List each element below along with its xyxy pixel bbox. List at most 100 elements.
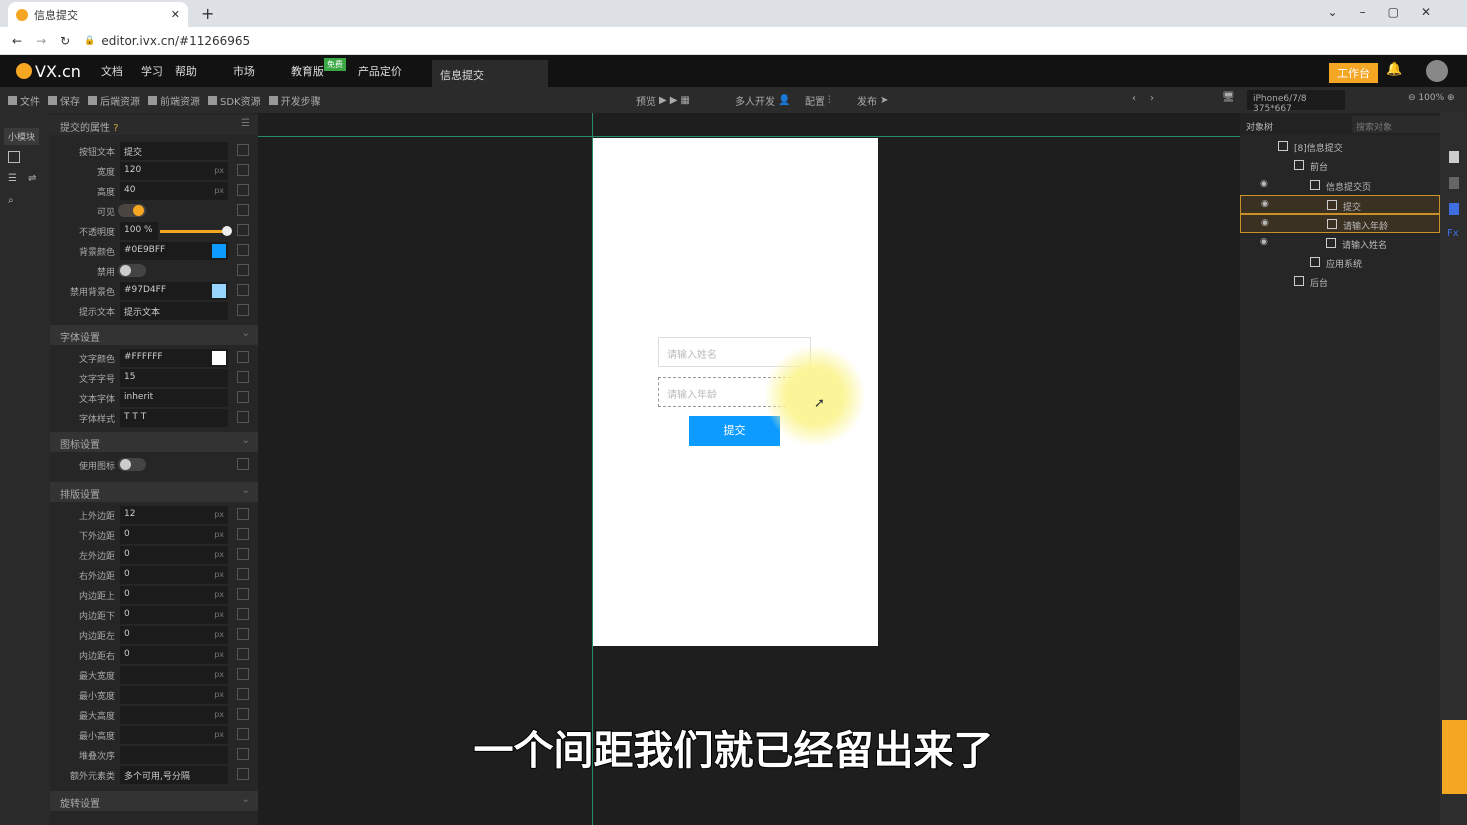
copy-icon[interactable] [237,411,249,423]
avatar[interactable] [1426,60,1448,82]
color-swatch[interactable] [212,284,226,298]
project-tab[interactable]: 信息提交 [432,60,548,87]
eye-icon[interactable]: ◉ [1260,179,1268,189]
search-object-input[interactable]: 搜索对象 [1352,116,1440,133]
chevron-down-icon[interactable]: ⌄ [242,485,250,496]
toggle[interactable] [118,264,146,277]
zoom-control[interactable]: ⊖ 100% ⊕ [1408,93,1455,103]
color-swatch[interactable] [212,351,226,365]
component-icon[interactable] [1449,177,1459,189]
frontend-resources-button[interactable]: 前端资源 [148,93,200,108]
property-input[interactable]: T T T [120,409,228,427]
backend-resources-button[interactable]: 后端资源 [88,93,140,108]
window-controls[interactable]: ⌄–▢✕ [1328,5,1453,19]
function-icon[interactable]: Fx [1447,228,1459,239]
copy-icon[interactable] [237,628,249,640]
slider-knob[interactable] [222,226,232,236]
copy-icon[interactable] [237,304,249,316]
property-input[interactable]: 0 px [120,566,228,584]
property-input[interactable]: 0 px [120,646,228,664]
copy-icon[interactable] [237,548,249,560]
property-input[interactable]: 0 px [120,546,228,564]
menu-help[interactable]: 帮助 [175,63,197,79]
copy-icon[interactable] [237,568,249,580]
eye-icon[interactable]: ◉ [1261,218,1269,228]
copy-icon[interactable] [237,608,249,620]
copy-icon[interactable] [237,244,249,256]
menu-education[interactable]: 教育版 [291,63,324,79]
eye-icon[interactable]: ◉ [1261,199,1269,209]
device-select[interactable]: iPhone6/7/8 375*667 [1247,90,1345,114]
copy-icon[interactable] [237,458,249,470]
logo[interactable]: VX.cn [16,62,81,81]
workbench-button[interactable]: 工作台 [1329,63,1378,83]
property-input[interactable]: 提示文本 [120,302,228,320]
preview-group[interactable]: 预览 ▶ ▶ ▦ [636,93,690,108]
reload-icon[interactable]: ↻ [60,34,70,48]
copy-icon[interactable] [237,351,249,363]
copy-icon[interactable] [237,391,249,403]
copy-icon[interactable] [237,688,249,700]
copy-icon[interactable] [237,204,249,216]
module-tab[interactable]: 小模块 [4,128,40,145]
tree-item[interactable]: 后台 [1240,272,1440,291]
publish-button[interactable]: 发布 ➤ [857,93,888,108]
copy-icon[interactable] [237,648,249,660]
file-button[interactable]: 文件 [8,93,40,108]
copy-icon[interactable] [237,588,249,600]
close-icon[interactable]: ✕ [171,8,180,21]
property-input[interactable]: 40 px [120,182,228,200]
toggle[interactable] [118,458,146,471]
section-header[interactable]: 旋转设置 ⌄ [50,791,258,811]
bell-icon[interactable]: 🔔 [1386,62,1402,77]
menu-icon[interactable]: ☰ [241,118,250,129]
tree-item[interactable]: ◉ 请输入姓名 [1240,234,1440,253]
back-icon[interactable]: ← [12,34,22,48]
url-input[interactable]: editor.ivx.cn/#11266965 [101,34,250,48]
copy-icon[interactable] [237,264,249,276]
copy-icon[interactable] [237,284,249,296]
property-input[interactable]: 0 px [120,586,228,604]
tree-item[interactable]: 前台 [1240,156,1440,175]
tree-item[interactable]: ◉ 请输入年龄 [1240,214,1440,234]
property-input[interactable]: inherit [120,389,228,407]
sliders-icon[interactable]: ☰ [8,173,17,184]
copy-icon[interactable] [237,184,249,196]
property-input[interactable]: px [120,686,228,704]
search-doc-icon[interactable]: ⌕ [8,195,14,206]
color-swatch[interactable] [212,244,226,258]
eye-icon[interactable]: ◉ [1260,237,1268,247]
section-header[interactable]: 图标设置 ⌄ [50,432,258,452]
chevron-down-icon[interactable]: ⌄ [242,435,250,446]
copy-icon[interactable] [237,164,249,176]
tree-item[interactable]: 应用系统 [1240,253,1440,272]
property-input[interactable]: 0 px [120,606,228,624]
opacity-slider[interactable] [160,230,224,233]
copy-icon[interactable] [237,224,249,236]
property-input[interactable]: 提交 [120,142,228,160]
copy-icon[interactable] [237,668,249,680]
copy-icon[interactable] [237,508,249,520]
submit-button[interactable]: 提交 [689,416,780,446]
menu-market[interactable]: 市场 [233,63,255,79]
browser-tab[interactable]: 信息提交 ✕ [8,2,188,27]
info-icon[interactable] [1449,151,1459,163]
tree-item[interactable]: ◉ 提交 [1240,194,1440,214]
copy-icon[interactable] [237,144,249,156]
property-input[interactable]: 0 px [120,626,228,644]
property-input[interactable]: 15 [120,369,228,387]
multi-dev-button[interactable]: 多人开发 👤 [735,93,790,108]
tab-object-tree[interactable]: 对象树 [1246,120,1273,133]
property-input[interactable]: 100 % [120,222,158,240]
property-input[interactable]: px [120,666,228,684]
menu-pricing[interactable]: 产品定价 [358,63,402,79]
chevron-down-icon[interactable]: ⌄ [242,794,250,805]
device-icon[interactable]: 🖥 [1222,92,1235,103]
code-icon[interactable]: ⇌ [28,173,36,184]
copy-icon[interactable] [237,528,249,540]
property-input[interactable]: 120 px [120,162,228,180]
chat-icon[interactable] [1449,203,1459,215]
menu-learn[interactable]: 学习 [141,63,163,79]
tree-item[interactable]: [8]信息提交 [1240,137,1440,156]
toggle[interactable] [118,204,146,217]
